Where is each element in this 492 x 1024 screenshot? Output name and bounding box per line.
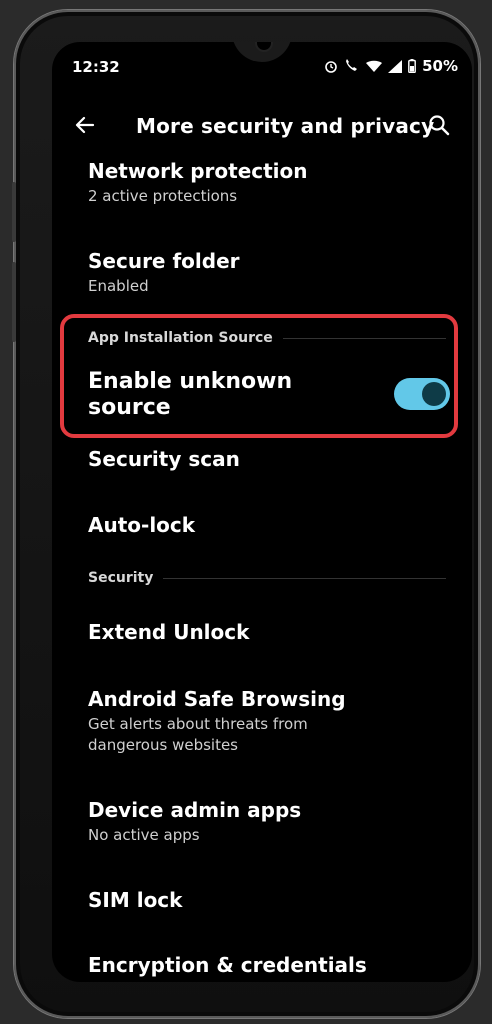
item-title: Secure folder <box>88 249 240 273</box>
item-title: Enable unknown source <box>88 369 293 420</box>
unknown-source-toggle[interactable] <box>394 378 450 410</box>
screen: 12:32 50% More security and privacy Netw… <box>52 42 472 982</box>
item-title: Extend Unlock <box>88 620 250 644</box>
encryption-item[interactable]: Encryption & credentials <box>88 952 448 978</box>
secure-folder-item[interactable]: Secure folder Enabled <box>88 248 448 297</box>
item-subtitle: 2 active protections <box>88 187 238 205</box>
enable-unknown-source-item[interactable]: Enable unknown source <box>88 369 348 421</box>
sim-lock-item[interactable]: SIM lock <box>88 887 448 913</box>
section-label: App Installation Source <box>88 330 273 346</box>
item-title: Auto-lock <box>88 513 196 537</box>
app-bar: More security and privacy <box>52 102 472 150</box>
signal-icon <box>388 59 403 73</box>
battery-percent: 50% <box>422 57 458 75</box>
status-time: 12:32 <box>72 58 120 76</box>
side-button <box>12 182 16 242</box>
extend-unlock-item[interactable]: Extend Unlock <box>88 619 448 645</box>
page-title: More security and privacy <box>136 114 435 138</box>
auto-lock-item[interactable]: Auto-lock <box>88 512 448 538</box>
section-app-installation-source: App Installation Source <box>88 330 446 346</box>
device-admin-item[interactable]: Device admin apps No active apps <box>88 797 448 846</box>
item-title: Android Safe Browsing <box>88 687 346 711</box>
toggle-knob <box>422 382 446 406</box>
section-security: Security <box>88 570 446 586</box>
battery-icon <box>408 59 416 73</box>
security-scan-item[interactable]: Security scan <box>88 446 448 472</box>
status-bar: 12:32 50% <box>52 42 472 88</box>
search-icon[interactable] <box>428 114 450 140</box>
item-title: Device admin apps <box>88 798 302 822</box>
phone-frame: 12:32 50% More security and privacy Netw… <box>12 10 480 1018</box>
item-title: Security scan <box>88 447 240 471</box>
safe-browsing-item[interactable]: Android Safe Browsing Get alerts about t… <box>88 686 448 756</box>
section-label: Security <box>88 570 154 586</box>
section-divider <box>163 577 446 579</box>
item-title: Encryption & credentials <box>88 953 367 977</box>
item-title: SIM lock <box>88 888 183 912</box>
wifi-call-icon <box>346 59 358 71</box>
item-subtitle: No active apps <box>88 826 200 844</box>
item-subtitle: Enabled <box>88 277 149 295</box>
back-arrow-icon[interactable] <box>74 114 96 140</box>
alarm-icon <box>325 61 337 73</box>
item-title: Network protection <box>88 159 308 183</box>
item-subtitle: Get alerts about threats from dangerous … <box>88 715 308 754</box>
side-button <box>12 262 16 342</box>
wifi-icon <box>366 60 383 72</box>
section-divider <box>282 337 446 339</box>
status-icons: 50% <box>324 57 458 75</box>
network-protection-item[interactable]: Network protection 2 active protections <box>88 158 448 207</box>
